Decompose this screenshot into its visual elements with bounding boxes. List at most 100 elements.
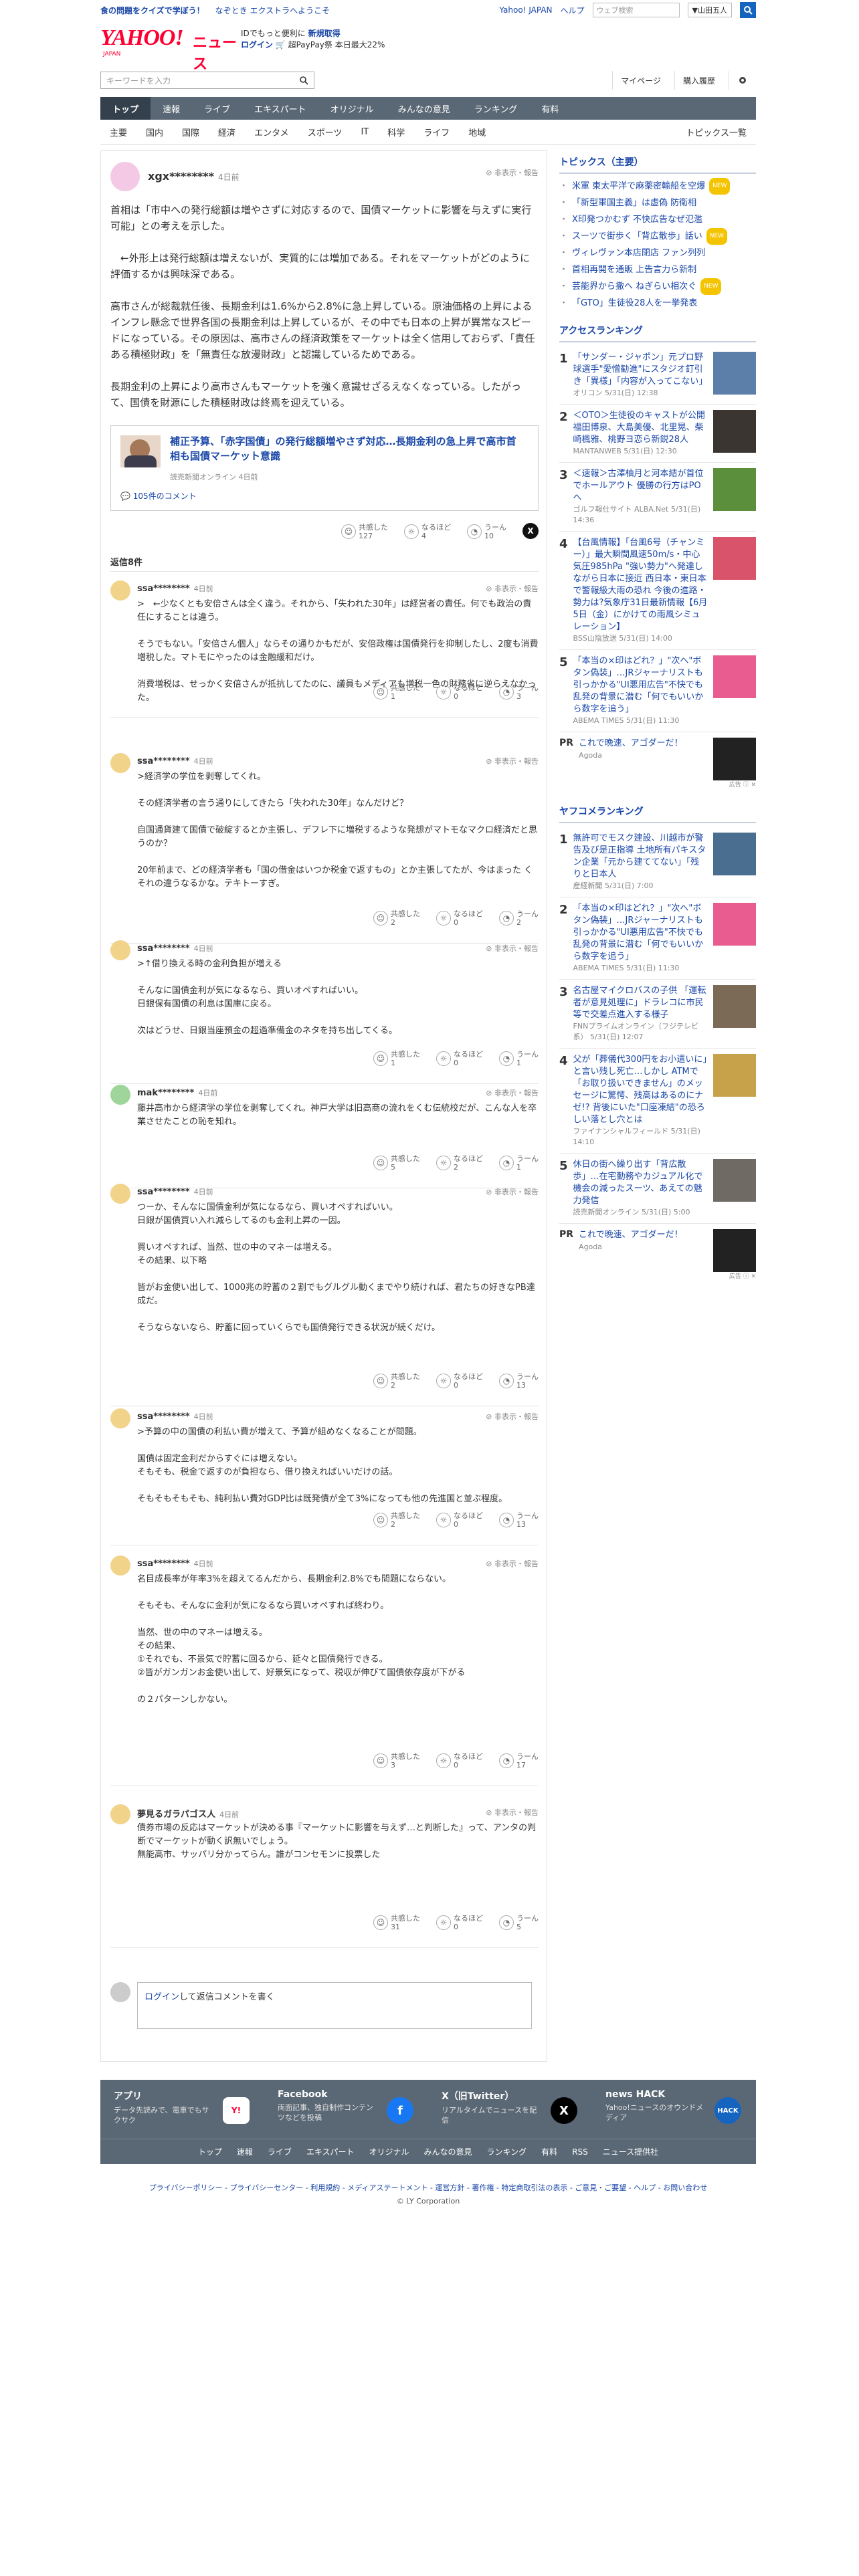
- cat-main[interactable]: 主要: [100, 126, 136, 138]
- ranking-thumbnail[interactable]: [713, 985, 756, 1028]
- topic-link[interactable]: 「GTO」生徒役28人を一挙発表: [559, 295, 756, 312]
- ranking-item[interactable]: 4 【台風情報】「台風6号（チャンミー）」最大瞬間風速50m/s・中心気圧985h…: [559, 532, 756, 650]
- cat-life[interactable]: ライフ: [414, 126, 459, 138]
- uun-button[interactable]: ◔ うーん 13: [499, 1511, 539, 1529]
- topics-list-link[interactable]: トピックス一覧: [676, 126, 756, 138]
- help-link[interactable]: ヘルプ: [561, 5, 585, 16]
- cat-entertainment[interactable]: エンタメ: [245, 126, 298, 138]
- footer-facebook[interactable]: Facebook 両面記事、独自制作コンテンツなどを投稿 f: [264, 2080, 428, 2139]
- ranking-item[interactable]: 5 「本当の×印はどれ？」"次へ"ボタン偽装」…JRジャーナリストも引っかかる"U…: [559, 650, 756, 732]
- hide-report-button[interactable]: ⊘ 非表示・報告: [486, 167, 539, 178]
- ranking-item[interactable]: 5 休日の街へ繰り出す「背広散歩」…在宅勤務やカジュアル化で機会の減ったスーツ、あ…: [559, 1154, 756, 1224]
- yahoo-japan-link[interactable]: Yahoo! JAPAN: [499, 5, 552, 15]
- naruhodo-button[interactable]: ☼ なるほど 2: [436, 1154, 483, 1172]
- search-icon[interactable]: [299, 76, 308, 85]
- ranking-item[interactable]: 1 無許可でモスク建設、川越市が警告及び是正指導 土地所有パキスタン企業「元から建…: [559, 827, 756, 897]
- reply-user[interactable]: ssa******** 4日前: [137, 583, 213, 594]
- purchase-history-link[interactable]: 購入履歴: [674, 71, 723, 90]
- cat-world[interactable]: 国際: [173, 126, 209, 138]
- uun-button[interactable]: ◔ うーん 3: [499, 683, 539, 701]
- comment-user[interactable]: xgx******** 4日前: [148, 170, 240, 183]
- web-search-input[interactable]: ウェブ検索: [592, 3, 680, 17]
- signup-link[interactable]: 新規取得: [308, 29, 341, 38]
- ranking-item[interactable]: 2 「本当の×印はどれ？」"次へ"ボタン偽装」…JRジャーナリストも引っかかる"U…: [559, 897, 756, 980]
- naruhodo-button[interactable]: ☼ なるほど 0: [436, 1372, 483, 1390]
- footer-link[interactable]: 速報: [237, 2146, 253, 2157]
- hide-report-button[interactable]: ⊘ 非表示・報告: [486, 1558, 539, 1569]
- empathy-button[interactable]: ☺ 共感した 2: [373, 1372, 420, 1390]
- reply-user[interactable]: ssa******** 4日前: [137, 1558, 213, 1569]
- uun-button[interactable]: ◔ うーん 5: [499, 1914, 539, 1931]
- topic-link[interactable]: スーツで街歩く「背広散歩」話いNEW: [559, 228, 756, 245]
- empathy-button[interactable]: ☺ 共感した 31: [373, 1914, 420, 1931]
- gnav-paid[interactable]: 有料: [529, 97, 571, 120]
- ranking-title[interactable]: 父が「葬儀代300円をお小遣いに」と言い残し死亡…しかし ATMで「お取り扱いで…: [573, 1054, 708, 1126]
- article-card[interactable]: 補正予算、「赤字国債」の発行総額増やさず対応…長期金利の急上昇で高市首相も国債マ…: [110, 425, 539, 511]
- empathy-button[interactable]: ☺ 共感した 2: [373, 909, 420, 927]
- reply-user[interactable]: ssa******** 4日前: [137, 1411, 213, 1422]
- hide-report-button[interactable]: ⊘ 非表示・報告: [486, 583, 539, 594]
- empathy-button[interactable]: ☺ 共感した 3: [373, 1752, 420, 1769]
- mypage-link[interactable]: マイページ: [612, 71, 669, 90]
- empathy-button[interactable]: ☺ 共感した 127: [341, 523, 388, 540]
- ranking-item[interactable]: 3 ＜速報＞古澤柚月と河本結が首位でホールアウト 優勝の行方はPOへ ゴルフ報仕サイ…: [559, 463, 756, 532]
- ranking-title[interactable]: 【台風情報】「台風6号（チャンミー）」最大瞬間風速50m/s・中心気圧985hP…: [573, 537, 708, 633]
- uun-button[interactable]: ◔ うーん 2: [499, 909, 539, 927]
- gnav-expert[interactable]: エキスパート: [242, 97, 318, 120]
- empathy-button[interactable]: ☺ 共感した 1: [373, 1050, 420, 1067]
- ranking-title[interactable]: ＜OTO＞生徒役のキャストが公開 福田博泉、大島美優、北里晃、柴崎楓雅、桃野ヨ恋…: [573, 410, 708, 446]
- pr-ad[interactable]: PR これで晩速、アゴダーだ！ Agoda 広告 ⓘ ✕: [559, 732, 756, 788]
- uun-button[interactable]: ◔ うーん 1: [499, 1050, 539, 1067]
- ranking-title[interactable]: 名古屋マイクロバスの子供 「運転者が意見処理に」ドラレコに市民等で交差点進入する…: [573, 985, 708, 1021]
- footer-link[interactable]: 有料: [541, 2146, 557, 2157]
- ranking-title[interactable]: 無許可でモスク建設、川越市が警告及び是正指導 土地所有パキスタン企業「元から建て…: [573, 833, 708, 881]
- topic-link[interactable]: ヴィレヴァン本店閉店 ファン列列: [559, 245, 756, 261]
- gear-icon[interactable]: [729, 71, 756, 90]
- cat-sports[interactable]: スポーツ: [298, 126, 352, 138]
- x-logo-icon[interactable]: X: [522, 523, 539, 539]
- footer-x[interactable]: X（旧Twitter） リアルタイムでニュースを配信 X: [428, 2080, 592, 2139]
- ranking-thumbnail[interactable]: [713, 655, 756, 698]
- naruhodo-button[interactable]: ☼ なるほど 4: [404, 523, 451, 540]
- cat-domestic[interactable]: 国内: [136, 126, 173, 138]
- ranking-thumbnail[interactable]: [713, 833, 756, 875]
- ranking-title[interactable]: 「本当の×印はどれ？」"次へ"ボタン偽装」…JRジャーナリストも引っかかる"UI…: [573, 655, 708, 716]
- empathy-button[interactable]: ☺ 共感した 1: [373, 683, 420, 701]
- footer-newshack[interactable]: news HACK Yahoo!ニュースのオウンドメディア HACK: [592, 2080, 756, 2139]
- topic-link[interactable]: 芸能界から撤へ ねぎらい相次ぐNEW: [559, 278, 756, 295]
- footer-link[interactable]: ニュース提供社: [603, 2146, 658, 2157]
- gnav-original[interactable]: オリジナル: [318, 97, 386, 120]
- ranking-title[interactable]: ＜速報＞古澤柚月と河本結が首位でホールアウト 優勝の行方はPOへ: [573, 468, 708, 504]
- ranking-thumbnail[interactable]: [713, 1054, 756, 1097]
- ad-image[interactable]: [713, 1229, 756, 1272]
- ad-image[interactable]: [713, 738, 756, 780]
- gnav-ranking[interactable]: ランキング: [462, 97, 530, 120]
- topic-link[interactable]: 「新型軍国主義」は虚偽 防衛相: [559, 195, 756, 211]
- comment-count-link[interactable]: 💬 105件のコメント: [120, 490, 197, 502]
- hide-report-button[interactable]: ⊘ 非表示・報告: [486, 1411, 539, 1422]
- ranking-thumbnail[interactable]: [713, 468, 756, 511]
- ranking-title[interactable]: 「サンダー・ジャポン」元プロ野球選手"愛憎勧進"にスタジオ釘引き「異様」「内容が…: [573, 352, 708, 388]
- ranking-thumbnail[interactable]: [713, 410, 756, 453]
- ranking-thumbnail[interactable]: [713, 1159, 756, 1202]
- naruhodo-button[interactable]: ☼ なるほど 0: [436, 1752, 483, 1769]
- ranking-thumbnail[interactable]: [713, 352, 756, 395]
- reply-user[interactable]: ssa******** 4日前: [137, 756, 213, 766]
- uun-button[interactable]: ◔ うーん 17: [499, 1752, 539, 1769]
- hide-report-button[interactable]: ⊘ 非表示・報告: [486, 1186, 539, 1197]
- cat-economy[interactable]: 経済: [209, 126, 245, 138]
- hide-report-button[interactable]: ⊘ 非表示・報告: [486, 943, 539, 954]
- footer-link[interactable]: トップ: [198, 2146, 222, 2157]
- topic-link[interactable]: 首相再開を通販 上告言力ら新制: [559, 261, 756, 278]
- paypay-promo[interactable]: 🛒 超PayPay祭 本日最大22%: [276, 40, 385, 49]
- cat-science[interactable]: 科学: [378, 126, 414, 138]
- ad-info-icon[interactable]: 広告 ⓘ ✕: [729, 1271, 756, 1280]
- ranking-title[interactable]: 「本当の×印はどれ？」"次へ"ボタン偽装」…JRジャーナリストも引っかかる"UI…: [573, 903, 708, 963]
- reply-user[interactable]: ssa******** 4日前: [137, 1186, 213, 1197]
- ranking-thumbnail[interactable]: [713, 903, 756, 946]
- footer-app[interactable]: アプリ データ先読みで、電車でもサクサク Y!: [100, 2080, 264, 2139]
- naruhodo-button[interactable]: ☼ なるほど 0: [436, 1050, 483, 1067]
- uun-button[interactable]: ◔ うーん 10: [467, 523, 506, 540]
- ranking-item[interactable]: 4 父が「葬儀代300円をお小遣いに」と言い残し死亡…しかし ATMで「お取り扱い…: [559, 1049, 756, 1154]
- naruhodo-button[interactable]: ☼ なるほど 0: [436, 1511, 483, 1529]
